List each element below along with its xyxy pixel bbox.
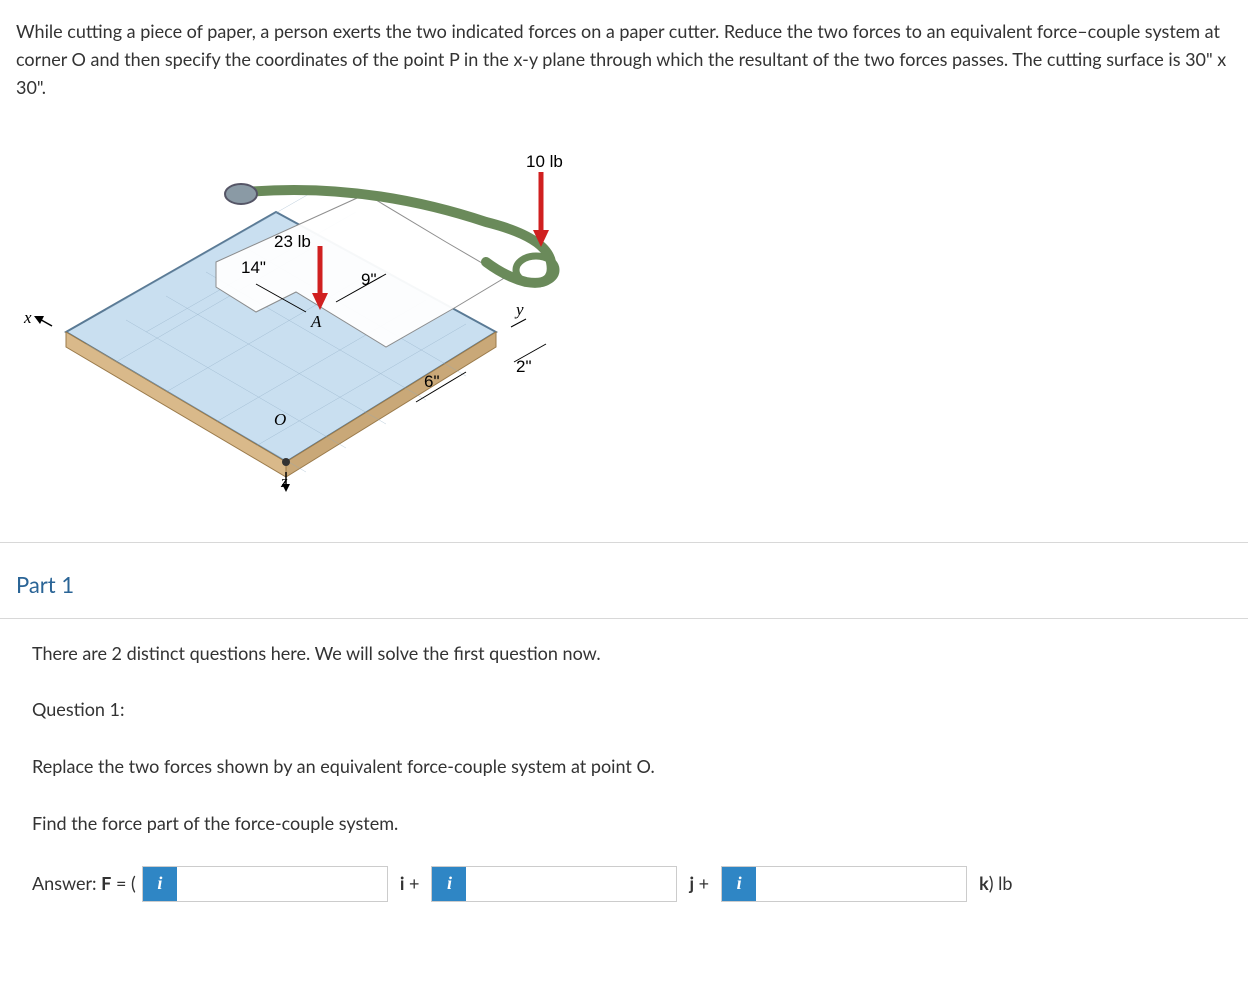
dim-2: 2" <box>516 357 532 377</box>
dim-6: 6" <box>424 372 440 392</box>
part-1-intro: There are 2 distinct questions here. We … <box>32 639 1216 668</box>
input-group-i: i <box>142 866 388 902</box>
force-label-23lb: 23 lb <box>274 232 311 252</box>
info-icon[interactable]: i <box>432 867 466 901</box>
part-1-heading: Part 1 <box>0 543 1248 618</box>
input-group-k: i <box>721 866 967 902</box>
figure-svg <box>16 132 596 492</box>
force-label-10lb: 10 lb <box>526 152 563 172</box>
axis-x-label: x <box>24 308 32 328</box>
problem-statement: While cutting a piece of paper, a person… <box>0 0 1248 112</box>
force-i-input[interactable] <box>177 867 387 901</box>
question-1-subtext: Find the force part of the force-couple … <box>32 809 1216 838</box>
figure-area: 10 lb 23 lb 14" 9" 6" 2" x y z A O <box>0 112 1248 522</box>
problem-text: While cutting a piece of paper, a person… <box>16 20 1226 98</box>
question-1-label: Question 1: <box>32 695 1216 724</box>
point-a-label: A <box>311 312 321 332</box>
question-1-text: Replace the two forces shown by an equiv… <box>32 752 1216 781</box>
axis-y-label: y <box>516 300 524 320</box>
answer-prefix: Answer: F = ( <box>32 869 136 898</box>
info-icon[interactable]: i <box>143 867 177 901</box>
force-k-input[interactable] <box>756 867 966 901</box>
part-1-body: There are 2 distinct questions here. We … <box>0 618 1248 932</box>
dim-14: 14" <box>241 258 266 278</box>
answer-row: Answer: F = ( i i + i j + i k) lb <box>32 866 1216 902</box>
info-icon[interactable]: i <box>722 867 756 901</box>
point-o-label: O <box>274 410 286 430</box>
input-group-j: i <box>431 866 677 902</box>
separator-i: i + <box>394 869 426 898</box>
dim-9: 9" <box>361 270 377 290</box>
force-j-input[interactable] <box>466 867 676 901</box>
separator-j: j + <box>683 869 715 898</box>
axis-z-label: z <box>281 472 288 492</box>
answer-suffix: k) lb <box>973 869 1018 898</box>
paper-cutter-figure: 10 lb 23 lb 14" 9" 6" 2" x y z A O <box>16 132 596 492</box>
